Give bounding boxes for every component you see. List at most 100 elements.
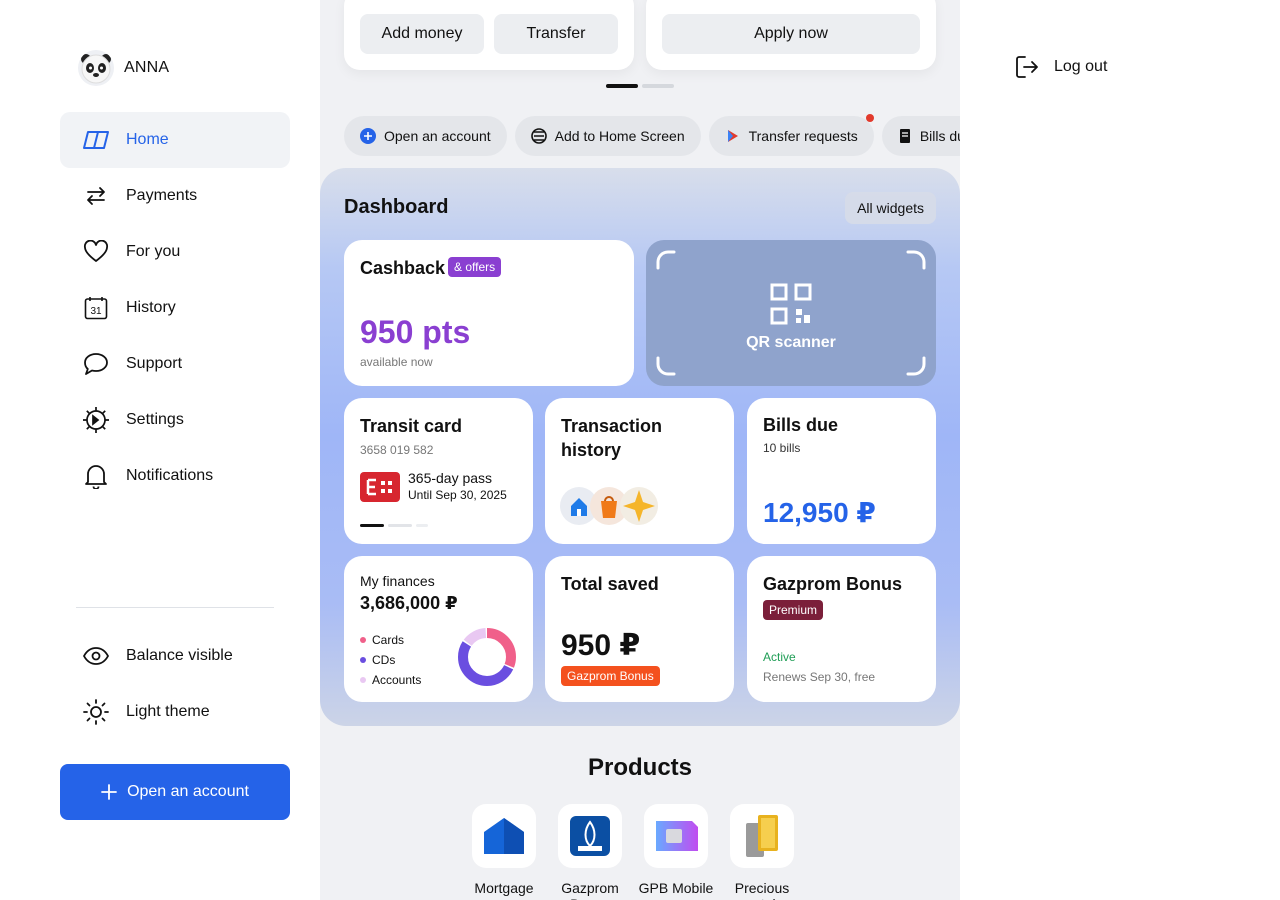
carousel-pager[interactable]	[606, 84, 674, 88]
calendar-icon: 31	[82, 294, 110, 322]
logout-button[interactable]: Log out	[1014, 54, 1107, 80]
transactions-title-1: Transaction	[561, 416, 663, 436]
chip-label: Open an account	[384, 128, 491, 144]
sidebar-item-notifications[interactable]: Notifications	[60, 448, 290, 504]
bills-title: Bills due	[763, 415, 839, 435]
gold-bar-icon	[730, 804, 794, 868]
chip-open-account[interactable]: Open an account	[344, 116, 507, 156]
offers-tag: & offers	[448, 257, 502, 277]
bills-due-widget[interactable]: Bills due 10 bills 12,950 ₽	[747, 398, 936, 544]
sidebar-item-payments[interactable]: Payments	[60, 168, 290, 224]
transactions-title-2: history	[561, 440, 622, 460]
open-account-label: Open an account	[127, 783, 249, 800]
scanner-frame-icon	[656, 250, 926, 376]
balance-visible-toggle[interactable]: Balance visible	[60, 628, 290, 684]
open-account-button[interactable]: Open an account	[60, 764, 290, 820]
transaction-history-widget[interactable]: Transaction history	[545, 398, 734, 544]
logout-icon	[1016, 56, 1038, 78]
bill-icon	[899, 129, 910, 143]
sun-icon	[82, 698, 110, 726]
sidebar-item-history[interactable]: 31 History	[60, 280, 290, 336]
transit-pager	[360, 524, 428, 527]
chip-add-home-screen[interactable]: Add to Home Screen	[514, 116, 701, 156]
main-content: Add money Transfer Apply now Open an acc…	[320, 0, 960, 900]
product-label: Precious metals	[734, 880, 790, 900]
sidebar-item-label: Notifications	[126, 467, 214, 484]
merchant-icons	[560, 487, 658, 525]
add-money-button[interactable]: Add money	[360, 14, 484, 54]
gear-icon	[82, 406, 110, 434]
qr-scanner-widget[interactable]: QR scanner	[646, 240, 936, 386]
sidebar-item-label: For you	[126, 243, 181, 260]
avatar	[78, 50, 114, 86]
transit-card-widget[interactable]: Transit card 3658 019 582 365-day pass U…	[344, 398, 533, 544]
product-gazprom-bonus[interactable]: Gazprom Bonus	[558, 804, 622, 900]
dashboard: Dashboard All widgets Cashback & offers …	[320, 168, 960, 726]
sidebar-item-label: Support	[126, 355, 183, 372]
apply-now-button[interactable]: Apply now	[662, 14, 920, 54]
toggle-label: Balance visible	[126, 647, 233, 664]
my-finances-widget[interactable]: My finances 3,686,000 ₽ Cards CDs Accoun…	[344, 556, 533, 702]
logout-label: Log out	[1054, 58, 1108, 75]
pager-dot-active	[606, 84, 638, 88]
total-saved-widget[interactable]: Total saved 950 ₽ Gazprom Bonus	[545, 556, 734, 702]
bills-amount: 12,950 ₽	[763, 497, 876, 528]
legend-item: Cards	[360, 630, 421, 650]
premium-tag: Premium	[763, 600, 824, 620]
chip-label: Transfer requests	[748, 128, 858, 144]
transit-pass: 365-day pass	[408, 470, 493, 486]
gazprom-status: Active	[763, 650, 796, 664]
light-theme-toggle[interactable]: Light theme	[60, 684, 290, 740]
offer-card: Apply now	[646, 0, 936, 70]
account-card: Add money Transfer	[344, 0, 634, 70]
sidebar-item-label: History	[126, 299, 176, 316]
gazprom-renew: Renews Sep 30, free	[763, 670, 876, 684]
chip-bills-due[interactable]: Bills due	[881, 116, 960, 156]
sidebar-toggles: Balance visible Light theme	[60, 628, 290, 740]
gazprom-logo-icon	[558, 804, 622, 868]
finances-title: My finances	[360, 573, 435, 589]
eye-icon	[82, 642, 110, 670]
pager-dot	[642, 84, 674, 88]
sidebar-item-label: Home	[126, 131, 169, 148]
product-gpb-mobile[interactable]: GPB Mobile	[639, 804, 713, 900]
legend-item: Accounts	[360, 670, 421, 690]
svg-text:31: 31	[90, 306, 102, 317]
user-name: ANNA	[124, 59, 170, 76]
plus-circle-icon	[360, 128, 376, 144]
transfer-button[interactable]: Transfer	[494, 14, 618, 54]
product-label: Gazprom Bonus	[561, 880, 619, 900]
home-icon	[82, 126, 110, 154]
finances-amount: 3,686,000 ₽	[360, 593, 458, 613]
saved-title: Total saved	[561, 574, 659, 594]
sidebar-item-support[interactable]: Support	[60, 336, 290, 392]
products-list: Mortgage Gazprom Bonus GPB Mobile Precio…	[472, 804, 794, 900]
quick-actions: Open an account Add to Home Screen Trans…	[344, 114, 960, 156]
chip-transfer-requests[interactable]: Transfer requests	[708, 114, 874, 156]
sidebar-item-home[interactable]: Home	[60, 112, 290, 168]
transfer-arrows-icon	[82, 182, 110, 210]
product-mortgage[interactable]: Mortgage	[472, 804, 536, 900]
product-label: Mortgage	[474, 880, 534, 896]
transit-number: 3658 019 582	[360, 443, 434, 457]
sim-card-icon	[644, 804, 708, 868]
notification-dot	[865, 114, 874, 122]
dashboard-title: Dashboard	[344, 196, 449, 218]
products-title: Products	[587, 754, 692, 781]
product-precious-metals[interactable]: Precious metals	[730, 804, 794, 900]
product-label: GPB Mobile	[638, 880, 714, 896]
plus-icon	[101, 784, 117, 800]
sidebar-item-label: Settings	[126, 411, 184, 428]
chip-label: Bills due	[919, 128, 960, 144]
toggle-label: Light theme	[126, 703, 210, 720]
transit-until: Until Sep 30, 2025	[408, 488, 507, 502]
house-icon	[472, 804, 536, 868]
user-profile[interactable]: ANNA	[78, 50, 169, 86]
chip-label: Add to Home Screen	[554, 128, 685, 144]
gazprom-bonus-widget[interactable]: Gazprom Bonus Premium Active Renews Sep …	[747, 556, 936, 702]
cashback-widget[interactable]: Cashback & offers 950 pts available now	[344, 240, 634, 386]
all-widgets-button[interactable]: All widgets	[845, 192, 936, 224]
sidebar-item-settings[interactable]: Settings	[60, 392, 290, 448]
cashback-value: 950 pts	[360, 314, 471, 350]
sidebar-item-for-you[interactable]: For you	[60, 224, 290, 280]
